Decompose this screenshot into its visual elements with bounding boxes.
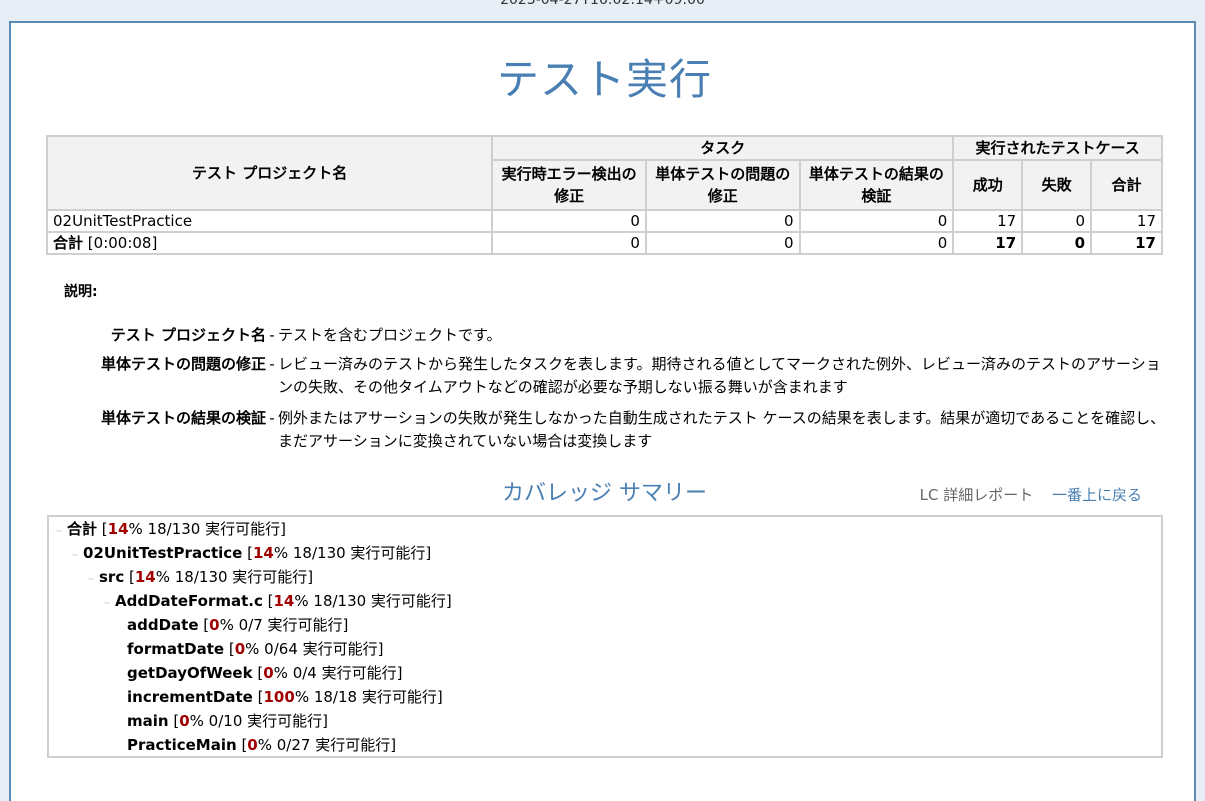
table-row: 02UnitTestPractice 0 0 0 17 0 17 [45,209,1163,233]
legend-description: 例外またはアサーションの失敗が発生しなかった自動生成されたテスト ケースの結果を… [278,409,1166,450]
tree-node-name: 合計 [67,520,98,538]
total-success-cell: 17 [952,231,1024,255]
test-summary-table: テスト プロジェクト名 タスク 実行されたテストケース 実行時エラー検出の修正 … [45,135,1163,255]
tree-node-coverage: % 0/4 実行可能行] [273,664,403,682]
tree-node[interactable]: −02UnitTestPractice [14% 18/130 実行可能行] [67,541,431,565]
tree-node-coverage: % 18/130 実行可能行] [294,592,452,610]
tree-leaf[interactable]: main [0% 0/10 実行可能行] [127,709,328,733]
total-label-cell: 合計 [0:00:08] [45,231,494,255]
total-runtime-error-cell: 0 [491,231,647,255]
tree-node-name: AddDateFormat.c [115,592,263,610]
tree-node-coverage: % 0/7 実行可能行] [219,616,349,634]
legend-dash: - [269,355,275,373]
header-executed-cases: 実行されたテストケース [952,135,1163,161]
tree-node-name: addDate [127,616,199,634]
total-unit-issue-cell: 0 [644,231,801,255]
tree-node-coverage: % 18/130 実行可能行] [155,568,314,586]
tree-node-percent: 0 [234,640,246,658]
header-tasks: タスク [491,135,955,161]
coverage-tree: − 合計 [14% 18/130 実行可能行] −02UnitTestPracti… [47,515,1163,758]
tree-node-name: src [99,568,125,586]
header-total: 合計 [1090,159,1163,211]
coverage-links: LC 詳細レポート 一番上に戻る [920,485,1142,505]
back-to-top-link[interactable]: 一番上に戻る [1052,486,1142,504]
tree-node-percent: 0 [263,664,274,682]
unit-result-cell: 0 [798,209,955,233]
header-failure: 失敗 [1021,159,1093,211]
tree-collapse-icon[interactable]: − [83,568,99,592]
tree-node-percent: 14 [107,520,129,538]
total-label: 合計 [53,234,84,252]
tree-node-name: 02UnitTestPractice [83,544,243,562]
report-timestamp: 2023-04-27T16:02:14+09:00 [500,0,705,8]
legend-item: テスト プロジェクト名 - テストを含むプロジェクトです。 [86,324,1166,347]
table-total-row: 合計 [0:00:08] 0 0 0 17 0 17 [45,231,1163,255]
header-project-name: テスト プロジェクト名 [45,135,494,211]
tree-node-name: main [127,712,169,730]
success-cell: 17 [952,209,1024,233]
tree-node-coverage: % 0/64 実行可能行] [245,640,384,658]
legend-dash: - [269,409,275,427]
tree-node-coverage: % 0/10 実行可能行] [189,712,328,730]
tree-node-name: formatDate [127,640,225,658]
tree-node-coverage: % 18/130 実行可能行] [128,520,286,538]
page-title: テスト実行 [496,55,712,104]
tree-node-percent: 14 [134,568,156,586]
lc-detail-report-link[interactable]: LC 詳細レポート [920,486,1034,504]
total-cell: 17 [1090,209,1163,233]
total-unit-result-cell: 0 [798,231,955,255]
legend-item: 単体テストの結果の検証 - 例外またはアサーションの失敗が発生しなかった自動生成… [86,407,1166,453]
tree-node[interactable]: − src [14% 18/130 実行可能行] [83,565,313,589]
header-runtime-error-fix: 実行時エラー検出の修正 [491,159,647,211]
tree-leaf[interactable]: incrementDate [100% 18/18 実行可能行] [127,685,443,709]
report-panel: テスト実行 テスト プロジェクト名 タスク 実行されたテストケース 実行時エラー… [9,21,1196,801]
legend-term: 単体テストの問題の修正 [100,355,266,373]
tree-leaf[interactable]: getDayOfWeek [0% 0/4 実行可能行] [127,661,402,685]
table-header-row: テスト プロジェクト名 タスク 実行されたテストケース [45,135,1163,211]
tree-node-coverage: % 18/130 実行可能行] [273,544,432,562]
tree-leaf[interactable]: addDate [0% 0/7 実行可能行] [127,613,348,637]
header-success: 成功 [952,159,1024,211]
legend-dash: - [269,326,275,344]
legend-term: テスト プロジェクト名 [110,326,266,344]
tree-node-percent: 0 [209,616,220,634]
tree-leaf[interactable]: PracticeMain [0% 0/27 実行可能行] [127,733,396,757]
header-unit-issue-fix: 単体テストの問題の修正 [644,159,801,211]
legend-description: テストを含むプロジェクトです。 [278,326,502,344]
legend-description: レビュー済みのテストから発生したタスクを表します。期待される値としてマークされた… [278,355,1161,396]
tree-node-percent: 14 [252,544,274,562]
legend-item: 単体テストの問題の修正 - レビュー済みのテストから発生したタスクを表します。期… [86,353,1166,399]
tree-node-percent: 0 [179,712,190,730]
tree-node-percent: 100 [263,688,295,706]
tree-collapse-icon[interactable]: − [99,592,115,616]
tree-node-name: getDayOfWeek [127,664,253,682]
legend-title: 説明: [64,284,98,300]
total-total-cell: 17 [1090,231,1163,255]
unit-issue-cell: 0 [644,209,801,233]
tree-node-name: incrementDate [127,688,253,706]
tree-node[interactable]: − 合計 [14% 18/130 実行可能行] [51,517,286,541]
total-duration: [0:00:08] [87,234,158,252]
header-unit-result-verify: 単体テストの結果の検証 [798,159,955,211]
tree-node-percent: 0 [247,736,258,754]
project-name-cell: 02UnitTestPractice [45,209,494,233]
tree-node-name: PracticeMain [127,736,237,754]
failure-cell: 0 [1021,209,1093,233]
runtime-error-cell: 0 [491,209,647,233]
tree-node[interactable]: − AddDateFormat.c [14% 18/130 実行可能行] [99,589,452,613]
total-failure-cell: 0 [1021,231,1093,255]
legend-term: 単体テストの結果の検証 [100,409,266,427]
tree-collapse-icon[interactable]: − [51,520,67,544]
tree-node-percent: 14 [273,592,295,610]
tree-leaf[interactable]: formatDate [0% 0/64 実行可能行] [127,637,383,661]
tree-node-coverage: % 18/18 実行可能行] [294,688,443,706]
tree-node-coverage: % 0/27 実行可能行] [257,736,397,754]
tree-collapse-icon[interactable]: − [67,544,83,568]
